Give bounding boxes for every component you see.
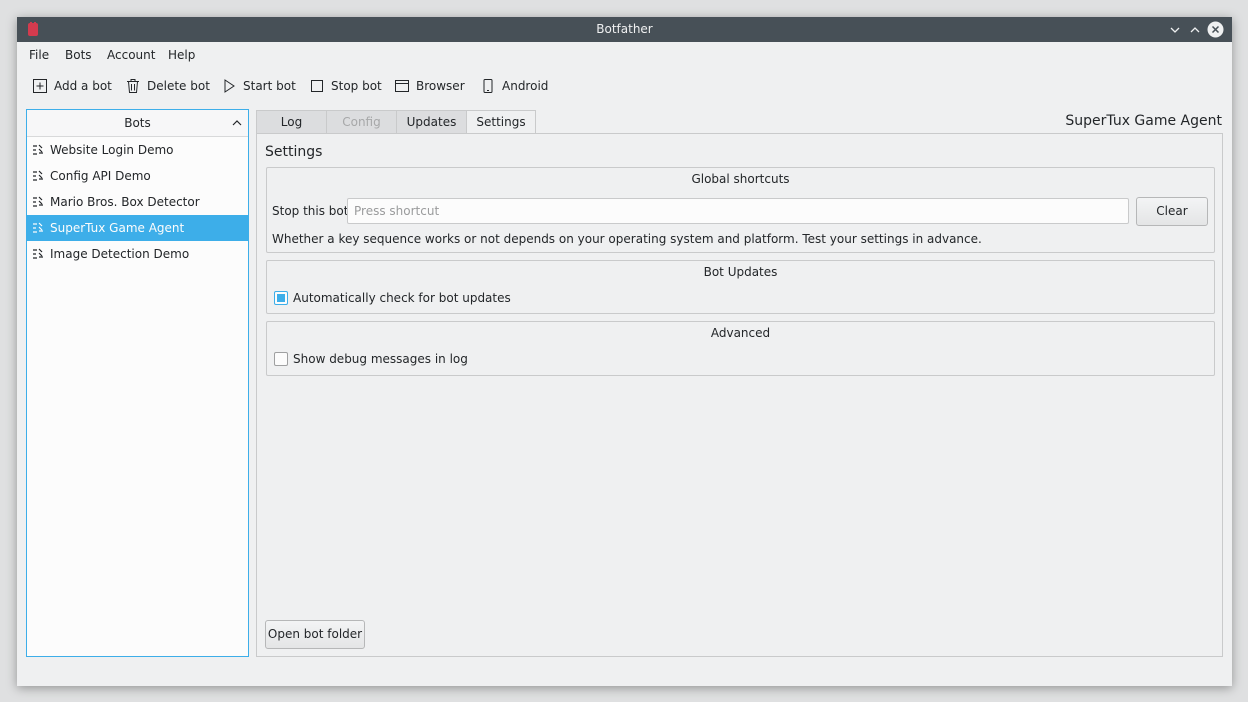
bot-item-label: Website Login Demo <box>50 143 174 157</box>
tab-config[interactable]: Config <box>326 110 397 134</box>
global-shortcuts-group: Global shortcuts Stop this bot Press sho… <box>266 167 1215 253</box>
tab-updates[interactable]: Updates <box>396 110 467 134</box>
menu-bar: File Bots Account Help <box>17 43 1232 69</box>
bot-item-label: Image Detection Demo <box>50 247 190 261</box>
shortcut-note: Whether a key sequence works or not depe… <box>272 232 982 246</box>
stop-bot-button[interactable]: Stop bot <box>309 74 382 98</box>
chevron-down-icon <box>1170 27 1179 33</box>
main-window: Botfather File Bots Account Help Add a b… <box>17 17 1232 686</box>
advanced-group: Advanced Show debug messages in log <box>266 321 1215 376</box>
script-icon <box>33 196 43 207</box>
stop-icon <box>311 80 323 92</box>
bot-list-item[interactable]: Image Detection Demo <box>27 241 248 267</box>
bot-updates-group: Bot Updates Automatically check for bot … <box>266 260 1215 314</box>
current-bot-name: SuperTux Game Agent <box>1065 113 1222 129</box>
bots-list-header[interactable]: Bots <box>27 110 248 137</box>
bot-list-item[interactable]: Config API Demo <box>27 163 248 189</box>
close-icon <box>1207 21 1224 38</box>
group-title: Advanced <box>710 326 771 340</box>
add-bot-button[interactable]: Add a bot <box>32 74 112 98</box>
bot-item-label: Config API Demo <box>50 169 151 183</box>
add-bot-label: Add a bot <box>54 79 112 93</box>
play-icon <box>224 79 235 93</box>
toolbar: Add a bot Delete bot Start bot Stop bot … <box>17 74 1232 100</box>
android-label: Android <box>502 79 549 93</box>
add-icon <box>33 79 47 93</box>
bots-header-label: Bots <box>124 116 151 130</box>
close-button[interactable] <box>1207 21 1224 38</box>
trash-icon <box>127 79 139 93</box>
bot-list-item[interactable]: Website Login Demo <box>27 137 248 163</box>
bot-item-label: SuperTux Game Agent <box>50 221 185 235</box>
script-icon <box>33 248 43 259</box>
android-button[interactable]: Android <box>480 74 548 98</box>
chevron-up-icon <box>1190 26 1199 32</box>
open-bot-folder-button[interactable]: Open bot folder <box>265 620 365 649</box>
script-icon <box>33 144 43 155</box>
tab-settings[interactable]: Settings <box>466 110 536 135</box>
minimize-button[interactable] <box>1166 21 1183 38</box>
maximize-button[interactable] <box>1186 21 1203 38</box>
script-icon <box>33 170 43 181</box>
window-title: Botfather <box>596 22 653 36</box>
stop-bot-label: Stop bot <box>331 79 382 93</box>
menu-account[interactable]: Account <box>107 48 155 62</box>
settings-panel: Settings Global shortcuts Stop this bot … <box>256 133 1223 657</box>
start-bot-button[interactable]: Start bot <box>221 74 296 98</box>
debug-messages-label[interactable]: Show debug messages in log <box>293 352 468 366</box>
stop-bot-shortcut-label: Stop this bot <box>272 204 349 218</box>
chevron-up-icon <box>232 120 242 126</box>
debug-messages-checkbox[interactable] <box>274 352 288 366</box>
clear-shortcut-button[interactable]: Clear <box>1136 197 1208 226</box>
menu-file[interactable]: File <box>29 48 49 62</box>
title-bar[interactable]: Botfather <box>17 17 1232 42</box>
bots-list-panel: Bots Website Login Demo Config API Demo … <box>26 109 249 657</box>
menu-help[interactable]: Help <box>168 48 195 62</box>
delete-bot-button[interactable]: Delete bot <box>125 74 210 98</box>
script-icon <box>33 222 43 233</box>
auto-update-checkbox[interactable] <box>274 291 288 305</box>
shortcut-input[interactable]: Press shortcut <box>347 198 1129 224</box>
browser-label: Browser <box>416 79 465 93</box>
bot-list-item[interactable]: Mario Bros. Box Detector <box>27 189 248 215</box>
delete-bot-label: Delete bot <box>147 79 210 93</box>
settings-heading: Settings <box>265 144 323 160</box>
phone-icon <box>483 79 493 93</box>
browser-button[interactable]: Browser <box>394 74 465 98</box>
start-bot-label: Start bot <box>243 79 296 93</box>
tab-log[interactable]: Log <box>256 110 327 134</box>
group-title: Global shortcuts <box>691 172 790 186</box>
bot-item-label: Mario Bros. Box Detector <box>50 195 200 209</box>
bot-list-item-selected[interactable]: SuperTux Game Agent <box>27 215 248 241</box>
menu-bots[interactable]: Bots <box>65 48 92 62</box>
group-title: Bot Updates <box>703 265 778 279</box>
browser-icon <box>395 80 409 92</box>
auto-update-label[interactable]: Automatically check for bot updates <box>293 291 511 305</box>
